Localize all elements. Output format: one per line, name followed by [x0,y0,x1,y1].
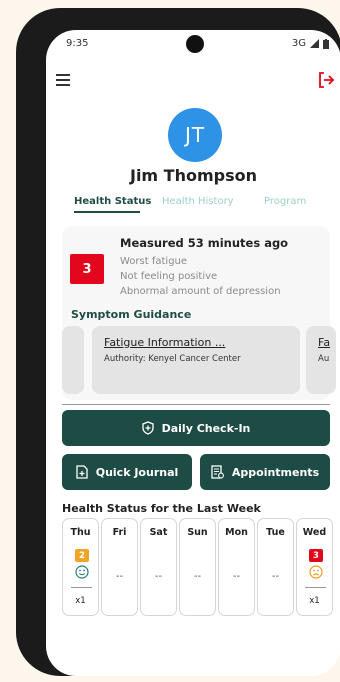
appointments-button[interactable]: Appointments [200,454,330,490]
week-title: Health Status for the Last Week [62,502,261,515]
guidance-card-next[interactable]: Fa Au [306,326,336,394]
guidance-card-author: Authority: Kenyel Cancer Center [104,354,241,364]
status-indicators: 3G [292,38,329,49]
divider [62,404,330,405]
active-tab-indicator [74,211,140,213]
score-badge: 3 [70,254,104,284]
day-name: Tue [266,527,285,538]
tab-health-status[interactable]: Health Status [74,196,151,207]
guidance-card-title[interactable]: Fatigue Information ... [104,336,225,349]
quick-journal-button[interactable]: Quick Journal [62,454,192,490]
day-name: Thu [70,527,91,538]
daily-checkin-label: Daily Check-In [161,421,251,435]
user-name: Jim Thompson [129,166,257,185]
smiley-icon [75,565,89,579]
menu-icon[interactable] [56,74,72,86]
avatar-initials: JT [184,123,206,147]
day-empty: -- [154,571,163,582]
app-screen: 9:35 3G JT Jim Thompson Health Status He… [46,30,340,676]
measurement-detail: Abnormal amount of depression [120,286,281,297]
day-empty: -- [115,571,124,582]
phone-frame: 9:35 3G JT Jim Thompson Health Status He… [16,8,340,676]
journal-icon [76,465,88,479]
measured-headline: Measured 53 minutes ago [120,236,289,250]
day-card-thu[interactable]: Thu 2 x1 [62,518,99,616]
tab-program[interactable]: Program [264,196,306,207]
day-name: Fri [112,527,127,538]
guidance-card-author: Au [318,354,330,364]
signal-icon [310,39,319,48]
day-empty: -- [193,571,202,582]
daily-checkin-button[interactable]: Daily Check-In [62,410,330,446]
smiley-icon [309,565,323,579]
guidance-card-previous[interactable] [62,326,84,394]
appointments-icon [211,465,224,479]
quick-journal-label: Quick Journal [95,465,179,479]
avatar: JT [168,108,222,162]
logout-icon[interactable] [316,70,336,90]
network-label: 3G [291,38,306,49]
guidance-card-title[interactable]: Fa [318,336,330,349]
measurement-detail: Not feeling positive [120,271,218,282]
day-count: x1 [75,596,86,606]
measurement-detail: Worst fatigue [120,256,188,267]
day-divider [305,587,326,588]
day-empty: -- [271,571,280,582]
tab-health-history[interactable]: Health History [162,196,234,207]
guidance-card[interactable]: Fatigue Information ... Authority: Kenye… [92,326,300,394]
day-divider [71,587,92,588]
symptom-guidance-title: Symptom Guidance [71,308,192,321]
day-card-sat[interactable]: Sat -- [140,518,177,616]
day-name: Sat [149,527,168,538]
day-score-badge: 2 [75,549,89,562]
day-empty: -- [232,571,241,582]
day-card-tue[interactable]: Tue -- [257,518,294,616]
battery-icon [323,38,329,49]
status-bar: 9:35 3G [46,36,340,52]
day-score-badge: 3 [309,549,323,562]
shield-icon [141,421,154,435]
day-name: Sun [187,527,208,538]
day-card-wed[interactable]: Wed 3 x1 [296,518,333,616]
day-card-fri[interactable]: Fri -- [101,518,138,616]
day-name: Mon [225,527,248,538]
day-card-sun[interactable]: Sun -- [179,518,216,616]
day-card-mon[interactable]: Mon -- [218,518,255,616]
status-time: 9:35 [66,38,89,49]
appointments-label: Appointments [231,465,320,479]
day-name: Wed [302,527,327,538]
day-count: x1 [309,596,320,606]
